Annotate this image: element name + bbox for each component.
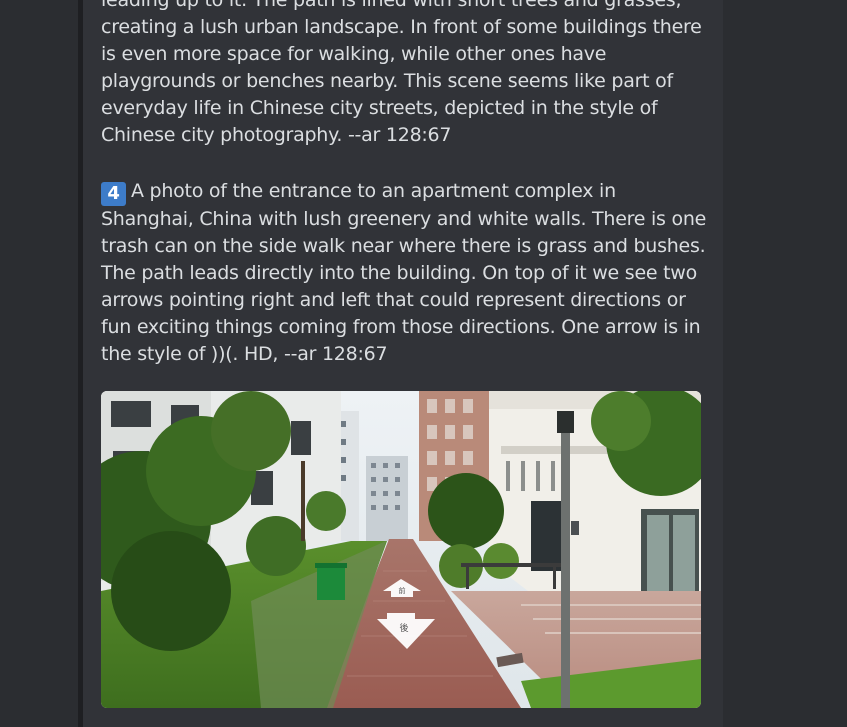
server-sidebar — [0, 0, 78, 727]
arrow-down-label: 後 — [399, 622, 408, 634]
right-panel — [723, 0, 847, 727]
arrow-up-label: 前 — [399, 586, 406, 595]
message-paragraph-2: A photo of the entrance to an apartment … — [101, 180, 707, 365]
image-attachment[interactable]: 前 後 — [101, 391, 701, 708]
message-paragraph-2-container: 4A photo of the entrance to an apartment… — [101, 178, 711, 368]
message-paragraph-1: leading up to it. The path is lined with… — [101, 0, 702, 146]
street-view-photo: 前 後 — [101, 391, 701, 708]
keycap-number-4-icon: 4 — [101, 182, 126, 206]
